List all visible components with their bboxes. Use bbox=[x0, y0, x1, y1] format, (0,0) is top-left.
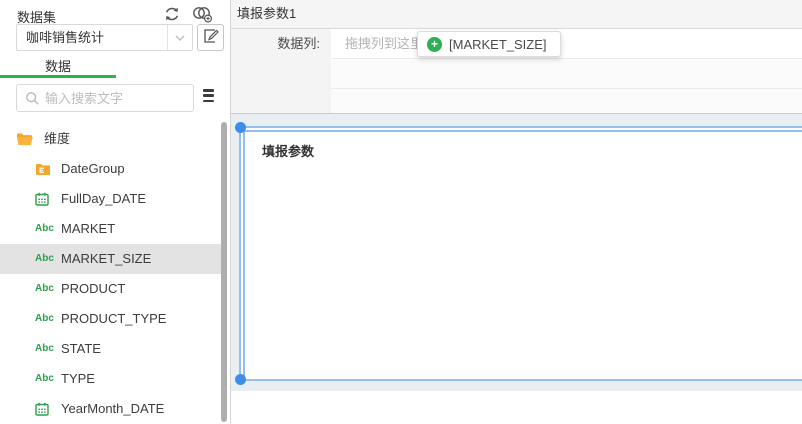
main-area: 填报参数1 数据列: 拖拽列到这里 填报参数 bbox=[231, 0, 802, 424]
field-row-fullday-date[interactable]: FullDay_DATE bbox=[0, 184, 231, 214]
row-separator bbox=[331, 88, 802, 89]
date-group-icon bbox=[35, 154, 57, 184]
data-column-label: 数据列: bbox=[231, 29, 320, 59]
field-label: PRODUCT_TYPE bbox=[61, 304, 166, 334]
abc-text-icon: Abc bbox=[35, 244, 57, 274]
field-label: MARKET_SIZE bbox=[61, 244, 151, 274]
plus-icon: + bbox=[427, 37, 442, 52]
drag-chip-label: [MARKET_SIZE] bbox=[449, 37, 547, 52]
calendar-icon bbox=[35, 394, 57, 424]
design-canvas[interactable]: 填报参数 bbox=[231, 114, 802, 391]
abc-text-icon: Abc bbox=[35, 214, 57, 244]
app-window: 数据集 咖啡销售统计 bbox=[0, 0, 802, 424]
widget-body: 填报参数 bbox=[243, 130, 802, 379]
field-label: FullDay_DATE bbox=[61, 184, 146, 214]
abc-text-icon: Abc bbox=[35, 304, 57, 334]
list-options-button[interactable] bbox=[203, 89, 215, 105]
resize-handle-bottom-left[interactable] bbox=[235, 374, 246, 385]
resize-handle-top-left[interactable] bbox=[235, 122, 246, 133]
widget-fill-params[interactable]: 填报参数 bbox=[239, 126, 802, 381]
field-row-state[interactable]: Abc STATE bbox=[0, 334, 231, 364]
field-label: DateGroup bbox=[61, 154, 125, 184]
field-tree: 维度 DateGroup bbox=[0, 124, 231, 424]
folder-label: 维度 bbox=[44, 124, 70, 154]
field-label: YearMonth_DATE bbox=[61, 394, 164, 424]
hamburger-icon bbox=[203, 89, 215, 102]
field-label: MARKET bbox=[61, 214, 115, 244]
field-row-dategroup[interactable]: DateGroup bbox=[0, 154, 231, 184]
tab-fill-params-1[interactable]: 填报参数1 bbox=[237, 0, 296, 28]
sidebar-scrollbar-thumb[interactable] bbox=[221, 122, 227, 422]
chevron-down-icon bbox=[167, 25, 192, 50]
folder-row-dimensions[interactable]: 维度 bbox=[0, 124, 231, 154]
abc-text-icon: Abc bbox=[35, 334, 57, 364]
field-label: STATE bbox=[61, 334, 101, 364]
edit-pencil-icon bbox=[203, 28, 219, 47]
sidebar: 数据集 咖啡销售统计 bbox=[0, 0, 231, 424]
calendar-icon bbox=[35, 184, 57, 214]
search-input[interactable] bbox=[17, 85, 193, 111]
field-row-product[interactable]: Abc PRODUCT bbox=[0, 274, 231, 304]
abc-text-icon: Abc bbox=[35, 274, 57, 304]
field-row-market[interactable]: Abc MARKET bbox=[0, 214, 231, 244]
abc-text-icon: Abc bbox=[35, 364, 57, 394]
field-row-product-type[interactable]: Abc PRODUCT_TYPE bbox=[0, 304, 231, 334]
field-row-market-size[interactable]: Abc MARKET_SIZE bbox=[0, 244, 222, 274]
search-box bbox=[16, 84, 194, 112]
canvas-tabbar: 填报参数1 bbox=[231, 0, 802, 29]
column-dropzone[interactable]: 拖拽列到这里 bbox=[345, 29, 423, 59]
edit-dataset-button[interactable] bbox=[197, 24, 224, 51]
tab-data[interactable]: 数据 bbox=[0, 56, 116, 76]
widget-title: 填报参数 bbox=[262, 141, 314, 160]
open-folder-icon bbox=[16, 124, 34, 154]
field-label: PRODUCT bbox=[61, 274, 125, 304]
field-row-yearmonth-date[interactable]: YearMonth_DATE bbox=[0, 394, 231, 424]
field-label: TYPE bbox=[61, 364, 95, 394]
dataset-select[interactable]: 咖啡销售统计 bbox=[16, 24, 193, 51]
dataset-select-value: 咖啡销售统计 bbox=[26, 25, 104, 50]
drag-chip-market-size[interactable]: + [MARKET_SIZE] bbox=[417, 31, 561, 57]
tab-data-active-underline bbox=[0, 75, 116, 78]
field-row-type[interactable]: Abc TYPE bbox=[0, 364, 231, 394]
